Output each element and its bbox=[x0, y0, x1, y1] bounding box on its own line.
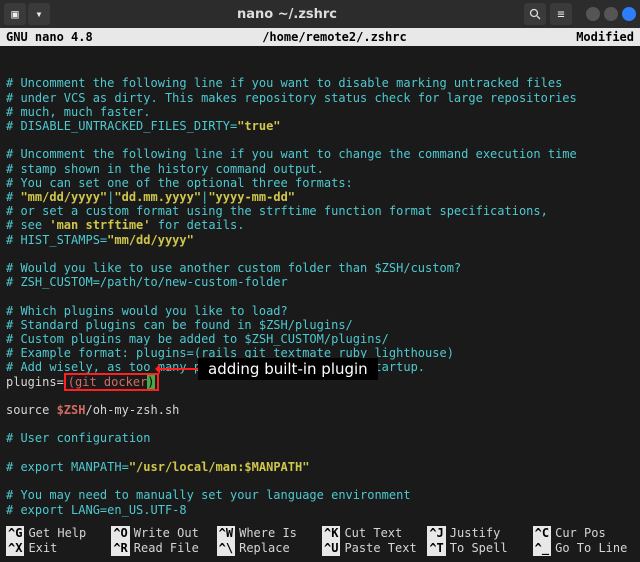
menu-icon[interactable]: ≡ bbox=[550, 3, 572, 25]
shortcut-label: Cur Pos bbox=[555, 526, 606, 541]
editor-line: # HIST_STAMPS="mm/dd/yyyy" bbox=[6, 233, 634, 247]
folder-icon[interactable]: ▣ bbox=[4, 3, 26, 25]
editor-line: # User configuration bbox=[6, 431, 634, 445]
editor-line bbox=[6, 389, 634, 403]
editor-line: source $ZSH/oh-my-zsh.sh bbox=[6, 403, 634, 417]
cursor: ) bbox=[147, 375, 154, 389]
plugins-highlight-box: (git docker) bbox=[64, 373, 159, 391]
shortcut-item: ^T To Spell bbox=[427, 541, 528, 556]
shortcut-item: ^G Get Help bbox=[6, 526, 107, 541]
editor-line: # Uncomment the following line if you wa… bbox=[6, 76, 634, 90]
editor-line bbox=[6, 247, 634, 261]
shortcut-label: Cut Text bbox=[344, 526, 402, 541]
shortcut-item: ^C Cur Pos bbox=[533, 526, 634, 541]
editor-line: # DISABLE_UNTRACKED_FILES_DIRTY="true" bbox=[6, 119, 634, 133]
shortcut-item: ^U Paste Text bbox=[322, 541, 423, 556]
shortcut-key: ^J bbox=[427, 526, 445, 541]
shortcut-item: ^W Where Is bbox=[217, 526, 318, 541]
shortcut-key: ^C bbox=[533, 526, 551, 541]
shortcut-key: ^\ bbox=[217, 541, 235, 556]
shortcut-label: Go To Line bbox=[555, 541, 627, 556]
shortcut-label: Write Out bbox=[134, 526, 199, 541]
shortcut-key: ^K bbox=[322, 526, 340, 541]
arrow-icon bbox=[158, 368, 198, 370]
chevron-down-icon[interactable]: ▾ bbox=[28, 3, 50, 25]
editor-line bbox=[6, 517, 634, 524]
annotation-label: adding built-in plugin bbox=[198, 358, 378, 380]
shortcut-label: Exit bbox=[28, 541, 57, 556]
nano-version: GNU nano 4.8 bbox=[6, 30, 93, 44]
editor-line: # stamp shown in the history command out… bbox=[6, 162, 634, 176]
shortcut-item: ^_ Go To Line bbox=[533, 541, 634, 556]
shortcut-label: Justify bbox=[450, 526, 501, 541]
editor-line: # under VCS as dirty. This makes reposit… bbox=[6, 91, 634, 105]
editor-line bbox=[6, 446, 634, 460]
editor-line: # Custom plugins may be added to $ZSH_CU… bbox=[6, 332, 634, 346]
editor-line: # export LANG=en_US.UTF-8 bbox=[6, 503, 634, 517]
editor-line: # much, much faster. bbox=[6, 105, 634, 119]
editor-line: # or set a custom format using the strft… bbox=[6, 204, 634, 218]
shortcut-item: ^X Exit bbox=[6, 541, 107, 556]
shortcut-item: ^R Read File bbox=[111, 541, 212, 556]
shortcut-label: Get Help bbox=[28, 526, 86, 541]
shortcut-key: ^O bbox=[111, 526, 129, 541]
shortcut-key: ^G bbox=[6, 526, 24, 541]
editor-line: # ZSH_CUSTOM=/path/to/new-custom-folder bbox=[6, 275, 634, 289]
titlebar-right-controls: ≡ bbox=[524, 3, 636, 25]
shortcut-item: ^O Write Out bbox=[111, 526, 212, 541]
window-title: nano ~/.zshrc bbox=[50, 7, 524, 22]
shortcut-label: To Spell bbox=[450, 541, 508, 556]
nano-shortcut-bar: ^G Get Help ^O Write Out ^W Where Is ^K Cut Tex… bbox=[0, 524, 640, 560]
editor-line bbox=[6, 417, 634, 431]
shortcut-key: ^U bbox=[322, 541, 340, 556]
search-icon[interactable] bbox=[524, 3, 546, 25]
annotation-callout: adding built-in plugin bbox=[158, 358, 378, 380]
shortcut-key: ^W bbox=[217, 526, 235, 541]
shortcut-label: Replace bbox=[239, 541, 290, 556]
shortcut-key: ^X bbox=[6, 541, 24, 556]
editor-line bbox=[6, 289, 634, 303]
nano-filename: /home/remote2/.zshrc bbox=[93, 30, 577, 44]
nano-status-bar: GNU nano 4.8 /home/remote2/.zshrc Modifi… bbox=[0, 28, 640, 46]
editor-line: # Which plugins would you like to load? bbox=[6, 304, 634, 318]
editor-line: # Standard plugins can be found in $ZSH/… bbox=[6, 318, 634, 332]
editor-line: # see 'man strftime' for details. bbox=[6, 218, 634, 232]
shortcut-item: ^J Justify bbox=[427, 526, 528, 541]
window-minimize-icon[interactable] bbox=[586, 7, 600, 21]
window-titlebar: ▣ ▾ nano ~/.zshrc ≡ bbox=[0, 0, 640, 28]
shortcut-item: ^\ Replace bbox=[217, 541, 318, 556]
shortcut-key: ^R bbox=[111, 541, 129, 556]
editor-line bbox=[6, 474, 634, 488]
shortcut-label: Read File bbox=[134, 541, 199, 556]
shortcut-item: ^K Cut Text bbox=[322, 526, 423, 541]
shortcut-key: ^T bbox=[427, 541, 445, 556]
nano-modified-flag: Modified bbox=[576, 30, 634, 44]
editor-line: # "mm/dd/yyyy"|"dd.mm.yyyy"|"yyyy-mm-dd" bbox=[6, 190, 634, 204]
editor-line bbox=[6, 133, 634, 147]
editor-line: # Uncomment the following line if you wa… bbox=[6, 147, 634, 161]
editor-line: # You can set one of the optional three … bbox=[6, 176, 634, 190]
editor-content[interactable]: # Uncomment the following line if you wa… bbox=[0, 46, 640, 524]
window-close-icon[interactable] bbox=[622, 7, 636, 21]
shortcut-label: Paste Text bbox=[344, 541, 416, 556]
editor-line: # Would you like to use another custom f… bbox=[6, 261, 634, 275]
shortcut-label: Where Is bbox=[239, 526, 297, 541]
window-maximize-icon[interactable] bbox=[604, 7, 618, 21]
editor-line: # You may need to manually set your lang… bbox=[6, 488, 634, 502]
titlebar-left-controls: ▣ ▾ bbox=[4, 3, 50, 25]
shortcut-key: ^_ bbox=[533, 541, 551, 556]
editor-line: # export MANPATH="/usr/local/man:$MANPAT… bbox=[6, 460, 634, 474]
